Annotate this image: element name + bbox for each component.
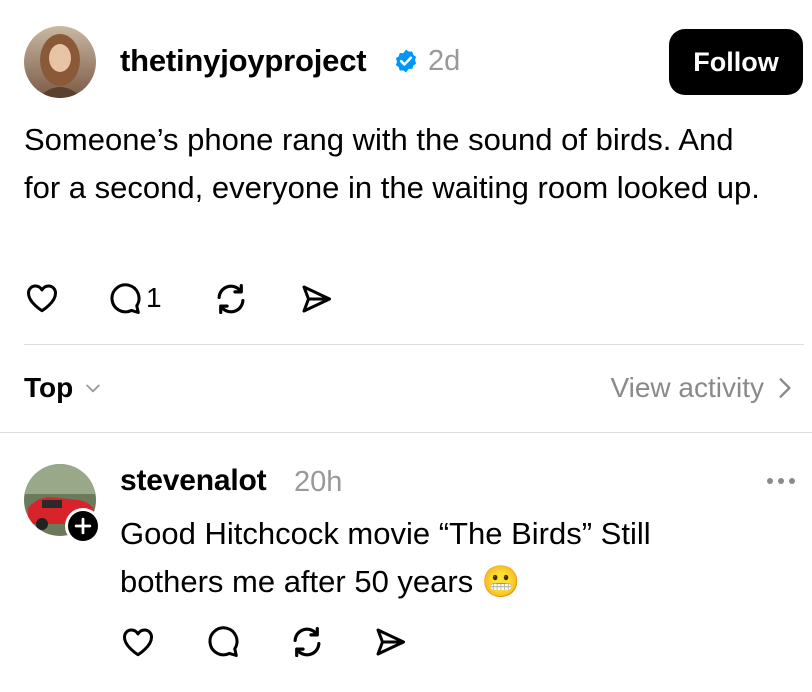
post-author-avatar[interactable]	[24, 26, 96, 98]
chevron-down-icon	[83, 378, 103, 398]
follow-button[interactable]: Follow	[669, 29, 803, 95]
divider	[24, 344, 804, 345]
share-icon[interactable]	[298, 281, 334, 317]
reply-text: Good Hitchcock movie “The Birds” Still b…	[120, 516, 651, 599]
comment-icon[interactable]	[106, 281, 142, 317]
sort-label: Top	[24, 372, 74, 403]
reply-timestamp: 20h	[294, 466, 343, 498]
repost-icon[interactable]	[288, 623, 326, 661]
share-icon[interactable]	[372, 624, 408, 660]
reply-count: 1	[146, 282, 162, 313]
chevron-right-icon	[776, 375, 794, 401]
heart-icon[interactable]	[120, 624, 156, 660]
more-icon[interactable]	[766, 476, 796, 486]
post-text: Someone’s phone rang with the sound of b…	[24, 122, 760, 205]
view-activity-link[interactable]: View activity	[610, 372, 794, 404]
view-activity-label: View activity	[610, 372, 764, 403]
sort-dropdown[interactable]: Top	[24, 372, 103, 404]
post-author-username[interactable]: thetinyjoyproject	[120, 43, 367, 79]
plus-icon[interactable]	[65, 508, 101, 544]
comment-icon[interactable]	[204, 624, 240, 660]
heart-icon[interactable]	[24, 280, 60, 316]
divider	[0, 432, 812, 433]
post-timestamp: 2d	[428, 45, 461, 77]
verified-badge-icon	[393, 48, 419, 74]
reply-author-username[interactable]: stevenalot	[120, 464, 267, 498]
repost-icon[interactable]	[212, 280, 250, 318]
